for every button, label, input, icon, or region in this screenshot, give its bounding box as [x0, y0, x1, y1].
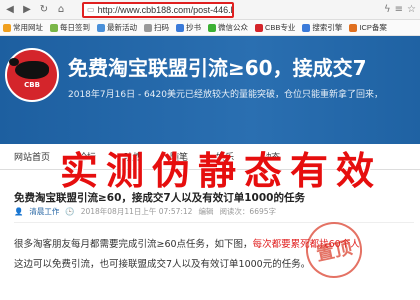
nav-item-home[interactable]: 网站首页 — [0, 150, 64, 163]
bolt-icon[interactable]: ϟ — [384, 4, 391, 15]
edit-link[interactable]: 编辑 — [198, 206, 213, 217]
article-author[interactable]: 清晨工作 — [29, 206, 59, 217]
bookmark-icon — [144, 23, 152, 32]
bookmark-label: 最新活动 — [107, 23, 137, 32]
logo-text: CBB — [24, 81, 40, 89]
bookmark-item[interactable]: 微信公众 — [208, 22, 248, 33]
bookmark-label: CBB专业 — [265, 23, 296, 32]
clock-icon: 🕒 — [65, 207, 75, 216]
bookmark-label: ICP备案 — [359, 23, 387, 32]
bookmark-label: 每日签到 — [60, 23, 90, 32]
bookmark-icon — [50, 23, 58, 32]
bookmark-item[interactable]: 搜索引擎 — [302, 22, 342, 33]
bookmark-icon — [302, 23, 311, 32]
bookmark-item[interactable]: ICP备案 — [349, 22, 387, 33]
article-date: 2018年08月11日上午 07:57:12 — [80, 207, 193, 216]
article-meta: 👤 清晨工作 🕒 2018年08月11日上午 07:57:12 编辑 阅读次：6… — [14, 206, 276, 217]
refresh-icon[interactable]: ↻ — [37, 3, 51, 17]
toolbar-right: ϟ ≡ ☆ — [384, 4, 416, 15]
paragraph-text: 很多淘客朋友每月都需要完成引流≥60点任务，如下图， — [14, 239, 253, 250]
url-input[interactable]: ▭ http://www.cbb188.com/post-446.html — [82, 1, 234, 18]
bookmark-item[interactable]: CBB专业 — [255, 22, 295, 33]
author-icon: 👤 — [14, 207, 24, 216]
overlay-caption: 实测伪静态有效 — [60, 148, 383, 193]
bookmark-label: 常用网址 — [13, 23, 43, 32]
bookmarks-bar: 常用网址 每日签到 最新活动 扫码 抄书 微信公众 CBB专业 搜索引擎 ICP备案 — [0, 20, 420, 36]
bookmark-label: 搜索引擎 — [312, 23, 343, 32]
url-text: http://www.cbb188.com/post-446.html — [97, 4, 234, 15]
star-icon[interactable]: ☆ — [407, 4, 416, 15]
bookmark-icon — [97, 23, 105, 32]
bookmark-item[interactable]: 最新活动 — [97, 22, 137, 33]
bookmark-label: 扫码 — [154, 23, 169, 32]
browser-address-bar: ◀ ▶ ↻ ⌂ ▭ http://www.cbb188.com/post-446… — [0, 0, 420, 20]
bookmark-label: 抄书 — [186, 23, 201, 32]
menu-icon[interactable]: ≡ — [395, 4, 403, 15]
forward-icon[interactable]: ▶ — [20, 3, 34, 17]
article-views: 阅读次：6695字 — [219, 207, 277, 216]
highlighted-text: 每次都要累死都找60个人 — [252, 239, 360, 250]
home-icon[interactable]: ⌂ — [54, 3, 68, 17]
site-banner: CBB 免费淘宝联盟引流≥60，接成交7 2018年7月16日 - 6420美元… — [0, 36, 420, 144]
article-paragraph-1: 很多淘客朋友每月都需要完成引流≥60点任务，如下图，每次都要累死都找60个人 — [14, 236, 420, 250]
bookmark-item[interactable]: 扫码 — [144, 22, 169, 33]
site-logo[interactable]: CBB — [5, 48, 59, 102]
bookmark-icon — [208, 23, 216, 32]
bookmark-item[interactable]: 常用网址 — [3, 22, 43, 33]
site-subtitle: 2018年7月16日 - 6420美元已经放较大的量能突破，仓位只能重新拿了回来… — [68, 90, 383, 100]
bookmark-item[interactable]: 每日签到 — [50, 22, 90, 33]
bookmark-icon — [176, 23, 184, 32]
back-icon[interactable]: ◀ — [3, 3, 17, 17]
bookmark-icon — [3, 23, 11, 32]
divider — [14, 222, 414, 223]
article-title[interactable]: 免费淘宝联盟引流≥60，接成交7人以及有效订单1000的任务 — [14, 190, 305, 205]
bookmark-item[interactable]: 抄书 — [176, 22, 201, 33]
bookmark-icon — [349, 23, 358, 32]
bookmark-label: 微信公众 — [218, 23, 248, 32]
site-title: 免费淘宝联盟引流≥60，接成交7 — [68, 56, 367, 80]
article-paragraph-2: 这边可以免费引流，也可接联盟成交7人以及有效订单1000元的任务。 — [14, 259, 311, 270]
bookmark-icon — [255, 23, 263, 32]
pinned-stamp: 置顶 — [300, 216, 368, 284]
bull-icon — [9, 58, 49, 79]
page-icon: ▭ — [87, 5, 95, 14]
